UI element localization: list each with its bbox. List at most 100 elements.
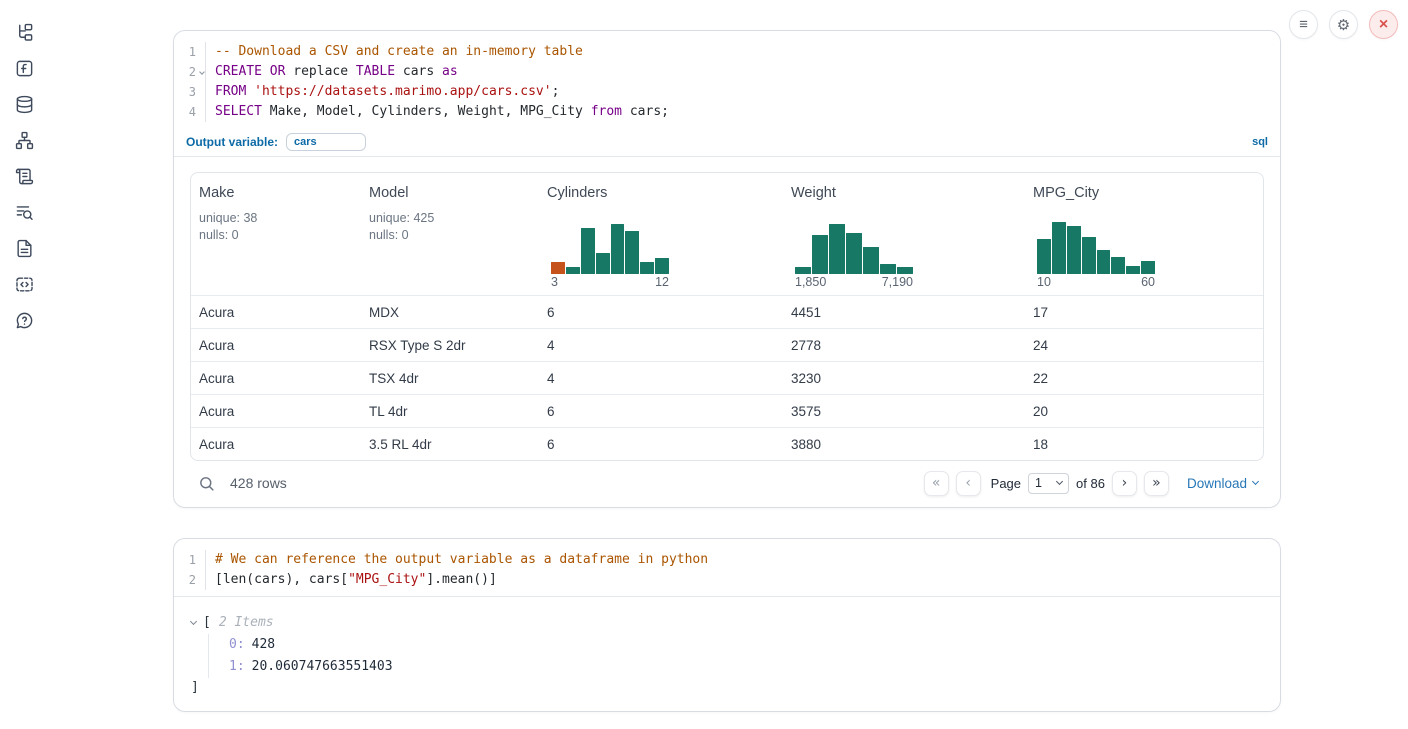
line-number: 1 (174, 550, 206, 570)
histogram-axis: 1,8507,190 (795, 275, 913, 289)
menu-button[interactable]: ≡ (1289, 10, 1318, 39)
table-cell: 20 (1025, 404, 1264, 419)
close-icon: × (1379, 16, 1388, 34)
column-header-cylinders[interactable]: Cylinders 312 (539, 173, 783, 295)
python-code-editor[interactable]: 1# We can reference the output variable … (174, 539, 1280, 597)
table-cell: Acura (191, 305, 361, 320)
sql-code-editor[interactable]: 1-- Download a CSV and create an in-memo… (174, 31, 1280, 128)
histogram-bar (1141, 261, 1155, 274)
documentation-icon (15, 239, 34, 258)
table-cell: Acura (191, 338, 361, 353)
column-name: Weight (791, 185, 1017, 201)
page-select-value: 1 (1035, 476, 1042, 490)
column-header-mpg_city[interactable]: MPG_City1060 (1025, 173, 1264, 295)
download-button[interactable]: Download (1187, 476, 1258, 491)
sidebar-item-scratchpad[interactable] (11, 164, 37, 188)
data-table: Make unique: 38nulls: 0 Model unique: 425nu… (190, 172, 1264, 461)
sidebar-item-logs[interactable] (11, 200, 37, 224)
table-cell: 17 (1025, 305, 1264, 320)
histogram-bar (640, 262, 654, 274)
file-explorer-icon (15, 23, 34, 42)
prev-page-button[interactable]: ‹ (956, 471, 981, 496)
close-button[interactable]: × (1369, 10, 1398, 39)
first-page-button[interactable]: « (924, 471, 949, 496)
next-page-button[interactable]: › (1112, 471, 1137, 496)
column-name: Make (199, 185, 353, 201)
table-cell: RSX Type S 2dr (361, 338, 539, 353)
table-row[interactable]: AcuraRSX Type S 2dr4277824 (191, 328, 1263, 361)
table-body: AcuraMDX6445117AcuraRSX Type S 2dr427782… (191, 295, 1263, 460)
output-variable-input[interactable] (286, 133, 366, 151)
sidebar-item-snippets[interactable] (11, 272, 37, 296)
column-header-make[interactable]: Make unique: 38nulls: 0 (191, 173, 361, 295)
python-cell: 1# We can reference the output variable … (173, 538, 1281, 712)
chevron-left-icon: ‹ (965, 475, 971, 491)
code-text: [len(cars), cars["MPG_City"].mean()] (206, 570, 497, 590)
chevrons-right-icon: » (1152, 475, 1161, 491)
table-row[interactable]: Acura3.5 RL 4dr6388018 (191, 427, 1263, 460)
page-select[interactable]: 1 (1028, 473, 1069, 494)
column-stats: unique: 425nulls: 0 (369, 210, 531, 244)
tree-open-bracket: [ (203, 615, 211, 630)
column-name: Model (369, 185, 531, 201)
tree-entry: 0:428 (229, 634, 1263, 656)
table-cell: Acura (191, 371, 361, 386)
column-header-weight[interactable]: Weight 1,8507,190 (783, 173, 1025, 295)
histogram-bar (1097, 250, 1111, 274)
sidebar-item-documentation[interactable] (11, 236, 37, 260)
line-number: 1 (174, 42, 206, 62)
download-label: Download (1187, 476, 1247, 491)
sql-cell: 1-- Download a CSV and create an in-memo… (173, 30, 1281, 508)
page-label: Page (991, 476, 1021, 491)
histogram-bar (1067, 226, 1081, 274)
sidebar-item-file-explorer[interactable] (11, 20, 37, 44)
histogram-bar (625, 231, 639, 274)
table-cell: 3575 (783, 404, 1025, 419)
table-cell: TL 4dr (361, 404, 539, 419)
fold-chevron-icon[interactable] (199, 69, 205, 75)
tree-collapse-toggle[interactable]: [ 2 Items (191, 612, 1263, 632)
histogram-bar (1037, 239, 1051, 274)
sidebar-item-functions[interactable] (11, 56, 37, 80)
data-sources-icon (15, 95, 34, 114)
table-footer: 428 rows « ‹ Page 1 of 86 › » (190, 461, 1264, 505)
column-stats: unique: 38nulls: 0 (199, 210, 353, 244)
logs-icon (15, 203, 34, 222)
table-cell: MDX (361, 305, 539, 320)
sidebar-item-data-sources[interactable] (11, 92, 37, 116)
histogram-bar (1082, 237, 1096, 274)
output-variable-label: Output variable: (186, 135, 278, 149)
chevron-down-icon (190, 617, 197, 624)
column-name: Cylinders (547, 185, 775, 201)
sidebar-item-help[interactable] (11, 308, 37, 332)
code-text: SELECT Make, Model, Cylinders, Weight, M… (206, 102, 669, 122)
tree-entry-key: 1: (229, 659, 245, 674)
line-number: 4 (174, 102, 206, 122)
tree-items-count: 2 Items (219, 615, 274, 630)
line-number: 3 (174, 82, 206, 102)
histogram-bar (611, 224, 625, 274)
table-cell: 3880 (783, 437, 1025, 452)
table-cell: 4451 (783, 305, 1025, 320)
tree-close-bracket: ] (191, 678, 1263, 698)
table-row[interactable]: AcuraMDX6445117 (191, 295, 1263, 328)
table-search-button[interactable] (196, 473, 217, 494)
sidebar-item-dependency-graph[interactable] (11, 128, 37, 152)
settings-button[interactable]: ⚙ (1329, 10, 1358, 39)
page-of-label: of 86 (1076, 476, 1105, 491)
histogram-bar (897, 267, 913, 274)
histogram-bar (655, 258, 669, 274)
table-row[interactable]: AcuraTSX 4dr4323022 (191, 361, 1263, 394)
code-text: FROM 'https://datasets.marimo.app/cars.c… (206, 82, 559, 102)
column-histogram: 312 (547, 222, 775, 289)
column-header-model[interactable]: Model unique: 425nulls: 0 (361, 173, 539, 295)
histogram-bar (880, 264, 896, 274)
table-cell: 22 (1025, 371, 1264, 386)
table-row[interactable]: AcuraTL 4dr6357520 (191, 394, 1263, 427)
chevron-down-icon (1252, 478, 1259, 485)
last-page-button[interactable]: » (1144, 471, 1169, 496)
tree-entries: 0:4281:20.060747663551403 (208, 634, 1263, 678)
column-name: MPG_City (1033, 185, 1257, 201)
table-cell: 6 (539, 305, 783, 320)
histogram-bar (581, 228, 595, 274)
